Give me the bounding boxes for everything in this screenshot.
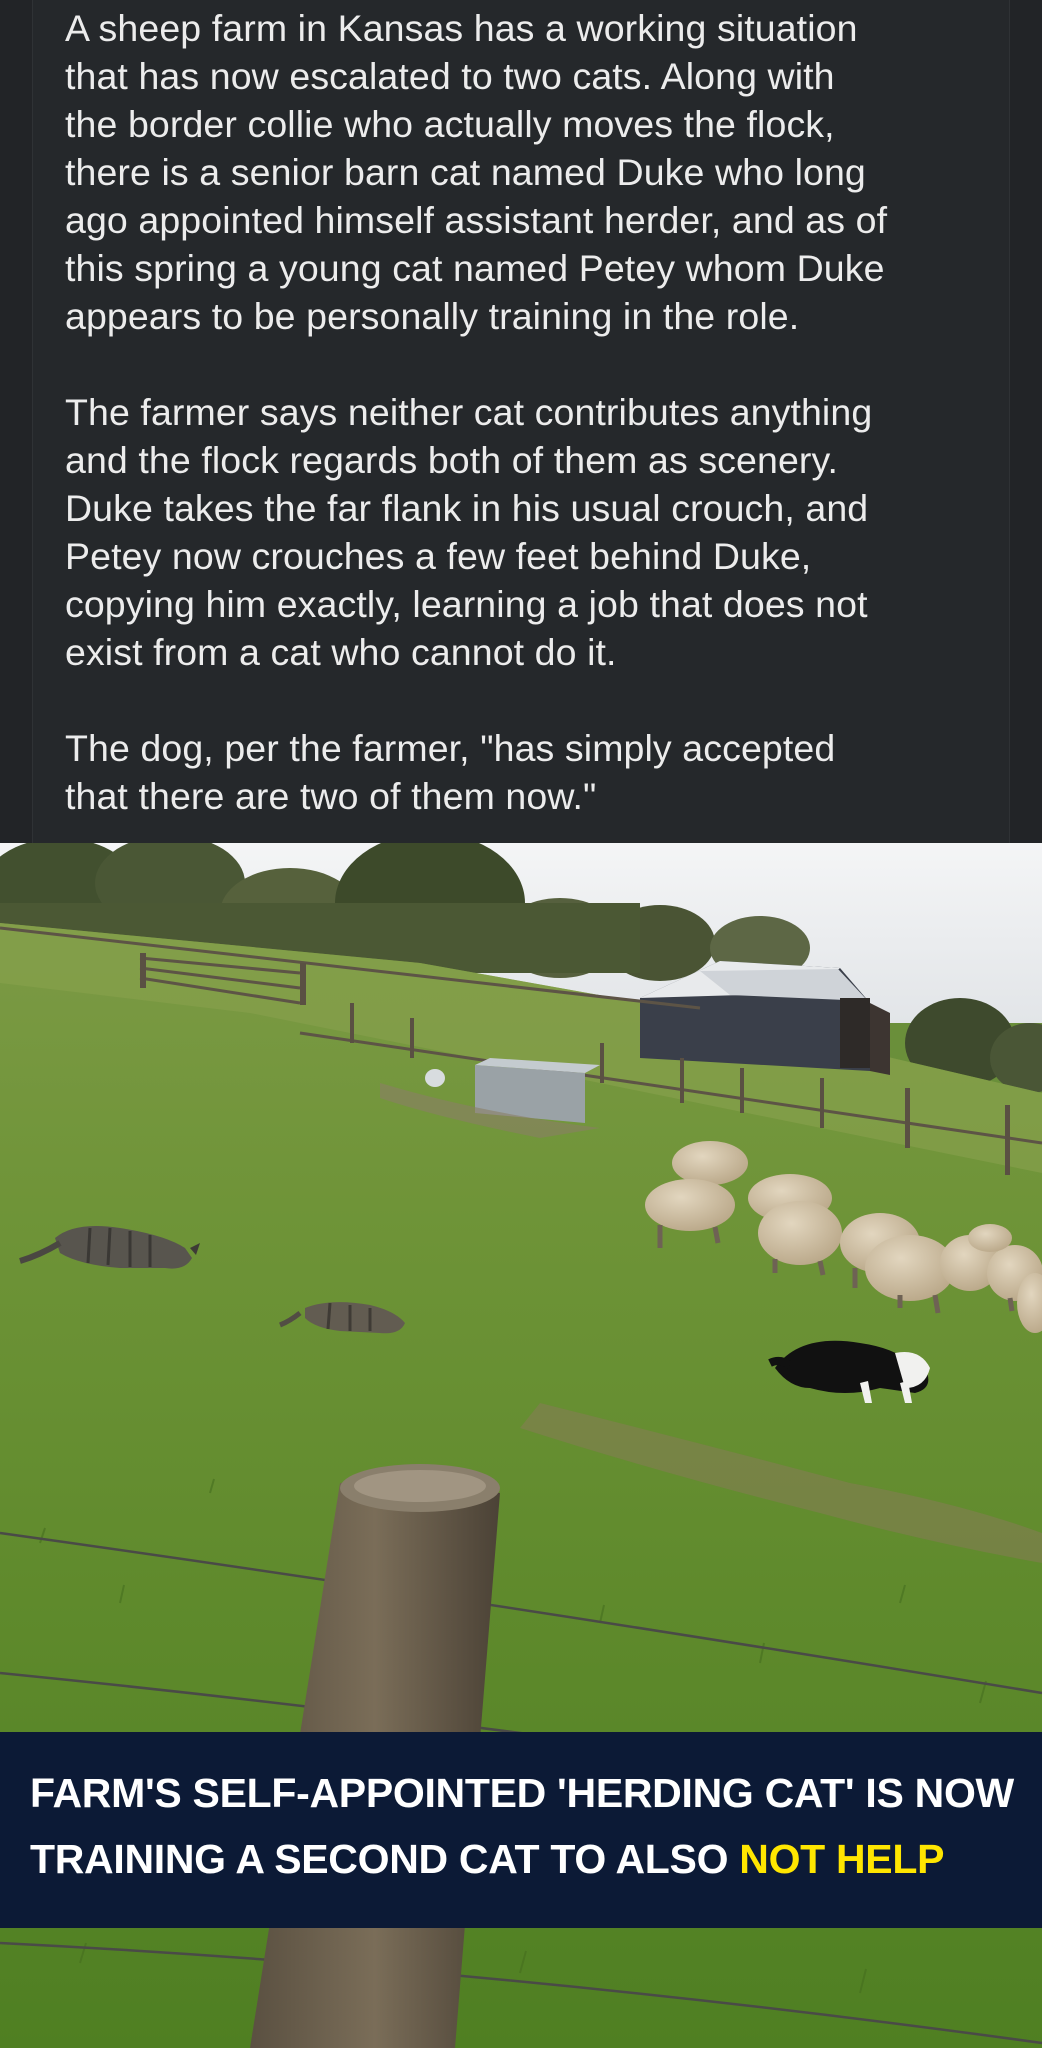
post-body: A sheep farm in Kansas has a working sit… <box>65 4 995 820</box>
caption-banner: FARM'S SELF-APPOINTED 'HERDING CAT' IS N… <box>0 1732 1042 1928</box>
banner-line-2-prefix: TRAINING A SECOND CAT TO ALSO <box>30 1836 740 1882</box>
banner-line-1: FARM'S SELF-APPOINTED 'HERDING CAT' IS N… <box>30 1770 1014 1816</box>
text-post: A sheep farm in Kansas has a working sit… <box>32 0 1010 843</box>
post-paragraph-3: The dog, per the farmer, "has simply acc… <box>65 727 836 817</box>
meme-page: A sheep farm in Kansas has a working sit… <box>0 0 1042 2048</box>
post-paragraph-1: A sheep farm in Kansas has a working sit… <box>65 7 888 337</box>
banner-highlight: NOT HELP <box>739 1836 945 1882</box>
banner-line-2: TRAINING A SECOND CAT TO ALSO NOT HELP <box>30 1826 1018 1892</box>
post-paragraph-2: The farmer says neither cat contributes … <box>65 391 873 673</box>
